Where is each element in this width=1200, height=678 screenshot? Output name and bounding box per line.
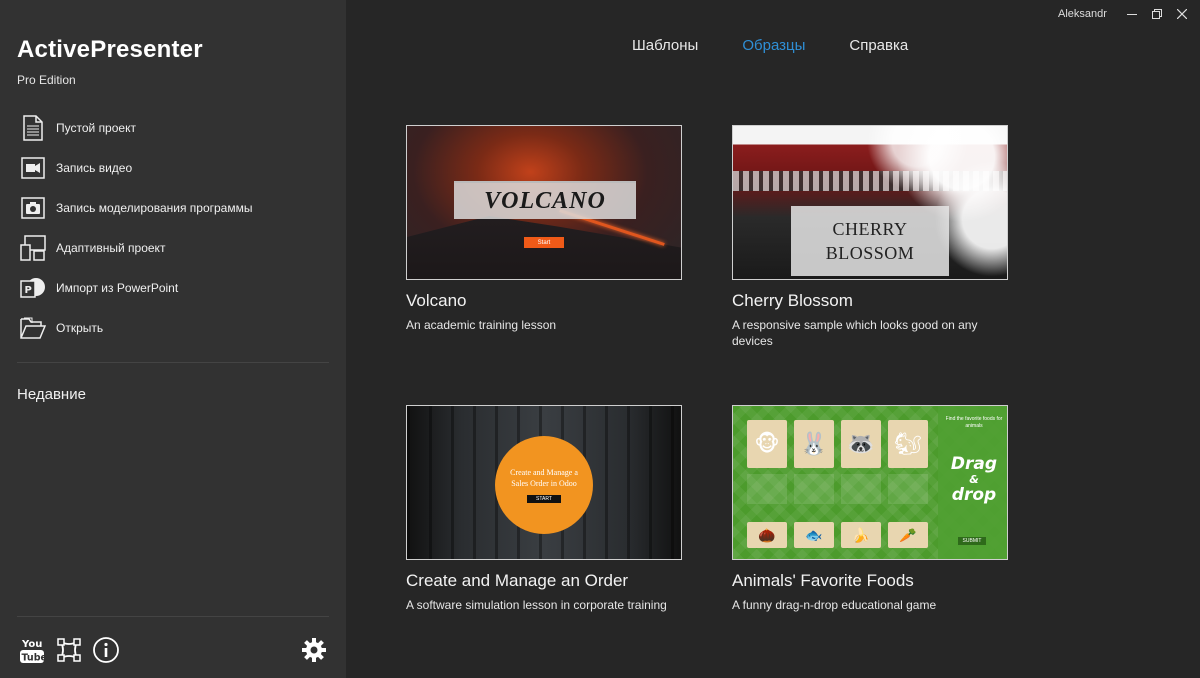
sample-description: An academic training lesson — [406, 318, 557, 332]
drop-slot — [841, 474, 881, 504]
app-title: ActivePresenter — [17, 36, 203, 63]
close-icon[interactable] — [1170, 4, 1194, 24]
tab-help[interactable]: Справка — [849, 37, 908, 54]
restore-icon[interactable] — [1145, 4, 1169, 24]
sample-description: A responsive sample which looks good on … — [732, 318, 978, 348]
sample-title[interactable]: Create and Manage an Order — [406, 571, 682, 591]
acorn-card: 🌰 — [747, 522, 787, 548]
menu-item-responsive-project[interactable]: Адаптивный проект — [20, 228, 330, 268]
recent-heading: Недавние — [17, 386, 86, 403]
vector-shape-icon[interactable] — [55, 634, 83, 666]
sidebar: ActivePresenter Pro Edition Пустой проек… — [0, 0, 346, 678]
youtube-icon[interactable]: You Tube — [18, 634, 46, 666]
sample-card-animals-foods[interactable]: 🐵 🐰 🦝 🐿 🌰 🐟 🍌 🥕 Find the favorite foods … — [732, 405, 1008, 613]
menu-item-record-simulation[interactable]: Запись моделирования программы — [20, 188, 330, 228]
drop-slot — [794, 474, 834, 504]
sample-title[interactable]: Cherry Blossom — [732, 291, 1008, 311]
sample-description: A funny drag-n-drop educational game — [732, 598, 937, 612]
menu-item-label: Открыть — [56, 321, 104, 335]
start-menu: Пустой проект Запись видео Запись модели… — [20, 108, 330, 348]
sample-card-create-order[interactable]: Create and Manage a Sales Order in Odoo … — [406, 405, 682, 613]
menu-item-label: Пустой проект — [56, 121, 136, 135]
carrot-card: 🥕 — [888, 522, 928, 548]
top-tabs: Шаблоны Образцы Справка — [632, 37, 952, 54]
menu-item-open[interactable]: Открыть — [20, 308, 330, 348]
drop-slot — [888, 474, 928, 504]
powerpoint-icon: P — [20, 274, 46, 302]
thumbnail-start-button: START — [527, 495, 561, 503]
tab-templates[interactable]: Шаблоны — [632, 37, 698, 54]
svg-text:Tube: Tube — [22, 653, 46, 664]
thumbnail-start-button: Start — [524, 237, 564, 248]
squirrel-card: 🐿 — [888, 420, 928, 468]
sample-title[interactable]: Animals' Favorite Foods — [732, 571, 1008, 591]
thumbnail-title: CHERRY BLOSSOM — [826, 217, 915, 265]
banana-card: 🍌 — [841, 522, 881, 548]
thumbnail-title-line: CHERRY — [832, 219, 908, 239]
thumbnail-title-line: BLOSSOM — [825, 243, 915, 263]
thumbnail-title: VOLCANO — [484, 187, 606, 214]
info-icon[interactable] — [92, 634, 120, 666]
open-folder-icon — [20, 314, 46, 342]
thumbnail-title-line: Drag — [950, 454, 998, 474]
menu-item-record-video[interactable]: Запись видео — [20, 148, 330, 188]
fish-card: 🐟 — [794, 522, 834, 548]
gear-icon[interactable] — [300, 634, 328, 666]
svg-text:You: You — [21, 639, 42, 650]
sidebar-footer: You Tube — [18, 634, 328, 666]
raccoon-card: 🦝 — [841, 420, 881, 468]
thumbnail-instructions: Find the favorite foods for animals — [945, 416, 1003, 429]
sample-thumbnail[interactable]: VOLCANO Start — [406, 125, 682, 280]
drop-slot — [747, 474, 787, 504]
sample-thumbnail[interactable]: Create and Manage a Sales Order in Odoo … — [406, 405, 682, 560]
thumbnail-title: Drag & drop — [943, 454, 1005, 505]
svg-text:P: P — [25, 285, 32, 296]
tab-samples[interactable]: Образцы — [742, 37, 805, 54]
thumbnail-submit-button: SUBMIT — [958, 537, 986, 545]
menu-item-label: Запись видео — [56, 161, 133, 175]
sample-card-cherry-blossom[interactable]: CHERRY BLOSSOM Cherry Blossom A responsi… — [732, 125, 1008, 349]
sidebar-divider — [17, 616, 329, 617]
menu-item-blank-project[interactable]: Пустой проект — [20, 108, 330, 148]
thumbnail-title-box: VOLCANO — [454, 181, 636, 219]
photo-camera-icon — [20, 194, 46, 222]
video-camera-icon — [20, 154, 46, 182]
sidebar-divider — [17, 362, 329, 363]
blank-document-icon — [20, 114, 46, 142]
responsive-devices-icon — [20, 234, 46, 262]
minimize-icon[interactable] — [1120, 4, 1144, 24]
thumbnail-title-line: & — [969, 473, 979, 486]
thumbnail-title: Create and Manage a Sales Order in Odoo — [510, 468, 578, 488]
sample-description: A software simulation lesson in corporat… — [406, 598, 667, 612]
edition-label: Pro Edition — [17, 73, 76, 87]
sample-thumbnail[interactable]: 🐵 🐰 🦝 🐿 🌰 🐟 🍌 🥕 Find the favorite foods … — [732, 405, 1008, 560]
sample-title[interactable]: Volcano — [406, 291, 682, 311]
menu-item-label: Импорт из PowerPoint — [56, 281, 179, 295]
menu-item-import-powerpoint[interactable]: P Импорт из PowerPoint — [20, 268, 330, 308]
menu-item-label: Запись моделирования программы — [56, 201, 253, 215]
thumbnail-title-box: CHERRY BLOSSOM — [791, 206, 949, 276]
rabbit-card: 🐰 — [794, 420, 834, 468]
sample-thumbnail[interactable]: CHERRY BLOSSOM — [732, 125, 1008, 280]
sample-card-volcano[interactable]: VOLCANO Start Volcano An academic traini… — [406, 125, 682, 333]
monkey-card: 🐵 — [747, 420, 787, 468]
thumbnail-circle: Create and Manage a Sales Order in Odoo … — [495, 436, 593, 534]
menu-item-label: Адаптивный проект — [56, 241, 166, 255]
thumbnail-title-line: drop — [951, 485, 997, 505]
username[interactable]: Aleksandr — [1058, 8, 1107, 20]
